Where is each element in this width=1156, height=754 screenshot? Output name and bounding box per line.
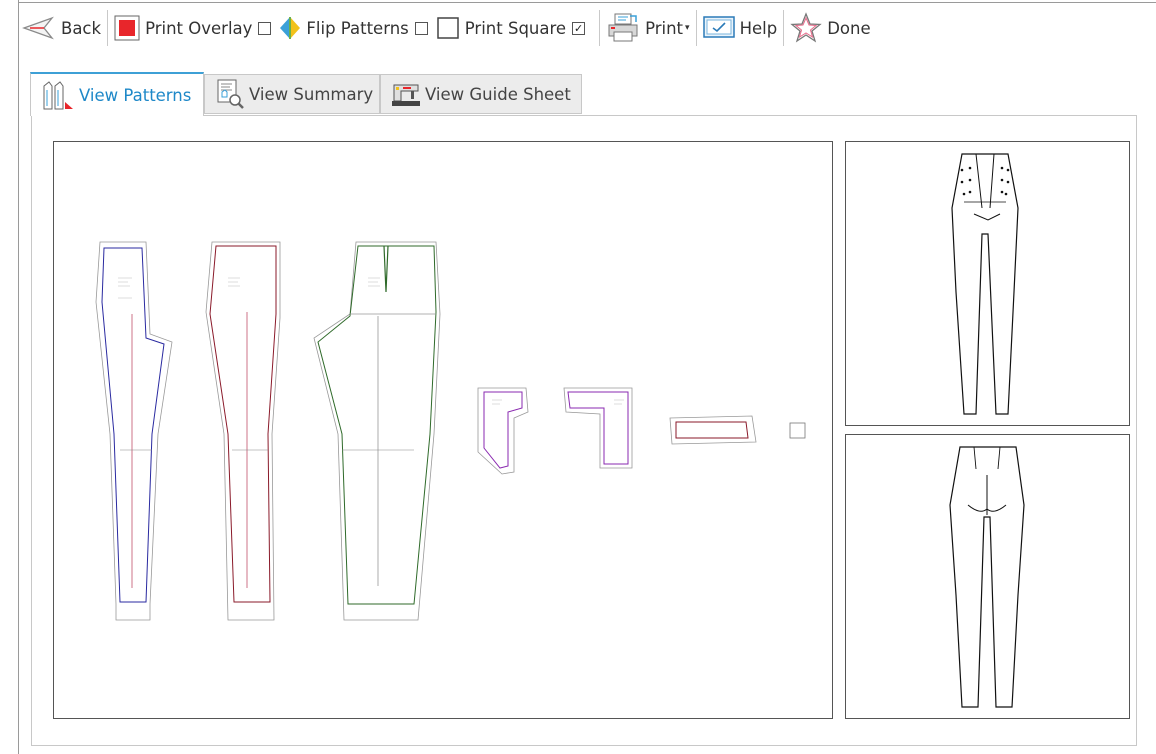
print-overlay-label: Print Overlay (145, 18, 253, 38)
flip-patterns-toggle[interactable]: Flip Patterns (279, 8, 435, 48)
pattern-pieces-icon (41, 78, 75, 112)
tab-view-summary[interactable]: View Summary (204, 74, 380, 114)
flip-patterns-checkbox[interactable] (414, 21, 428, 35)
print-label: Print (645, 18, 684, 38)
summary-magnifier-icon (215, 78, 245, 110)
sewing-machine-icon (391, 79, 421, 109)
print-square-label: Print Square (464, 18, 567, 38)
back-button[interactable]: Back (22, 8, 101, 48)
flip-diamond-icon (279, 16, 301, 40)
printer-icon (606, 13, 640, 43)
pattern-piece-pocket[interactable] (563, 387, 633, 469)
window-frame-left (18, 0, 19, 754)
toolbar-separator (599, 10, 601, 46)
pattern-piece-label[interactable] (789, 422, 806, 439)
print-overlay-toggle[interactable]: Print Overlay (114, 8, 279, 48)
red-square-icon (114, 15, 140, 41)
toolbar: Back Print Overlay Flip Patterns Print S… (22, 8, 871, 48)
tab-view-guide-sheet[interactable]: View Guide Sheet (380, 74, 582, 114)
tab-view-summary-label: View Summary (249, 84, 374, 104)
square-outline-icon (436, 16, 460, 40)
toolbar-separator (107, 10, 109, 46)
window-frame-top (18, 2, 1156, 3)
print-menu-button[interactable]: Print ▾ (606, 8, 690, 48)
chevron-down-icon: ▾ (685, 23, 690, 33)
pattern-piece-facing[interactable] (477, 387, 529, 475)
pattern-piece-back[interactable] (205, 241, 281, 621)
pattern-layout-canvas[interactable] (53, 141, 833, 719)
tab-view-patterns-label: View Patterns (79, 85, 192, 105)
flip-patterns-label: Flip Patterns (306, 18, 409, 38)
done-button[interactable]: Done (790, 8, 871, 48)
back-label: Back (61, 18, 102, 38)
print-square-toggle[interactable]: Print Square ✓ (436, 8, 593, 48)
back-view-preview (845, 434, 1130, 719)
print-square-checkbox[interactable]: ✓ (572, 21, 586, 35)
help-button[interactable]: Help (702, 8, 778, 48)
pattern-piece-waistband[interactable] (669, 415, 757, 445)
toolbar-separator (783, 10, 785, 46)
tab-view-guide-sheet-label: View Guide Sheet (425, 84, 571, 104)
print-overlay-checkbox[interactable] (258, 21, 272, 35)
star-icon (790, 12, 822, 44)
help-monitor-icon (702, 16, 735, 40)
pattern-piece-front[interactable] (95, 241, 173, 621)
toolbar-separator (695, 10, 697, 46)
help-label: Help (739, 18, 778, 38)
tab-view-patterns[interactable]: View Patterns (30, 72, 204, 116)
front-view-preview (845, 141, 1130, 426)
back-arrow-icon (22, 15, 56, 41)
pattern-piece-side[interactable] (313, 241, 441, 621)
done-label: Done (827, 18, 871, 38)
